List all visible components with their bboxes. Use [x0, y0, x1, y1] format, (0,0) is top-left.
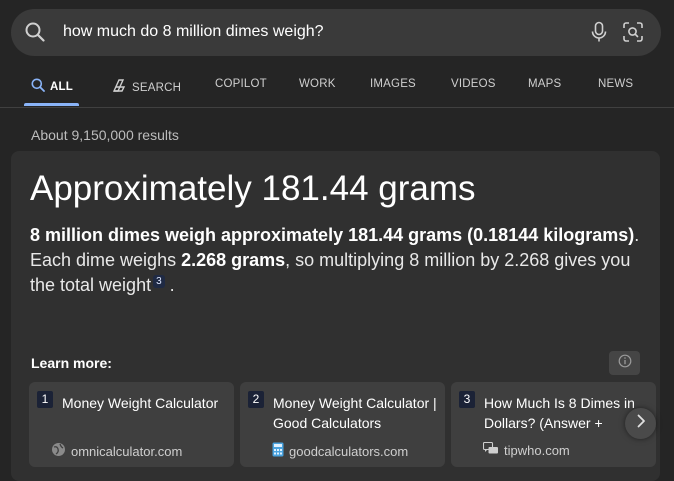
chat-icon	[482, 441, 499, 459]
search-bar[interactable]: how much do 8 million dimes weigh?	[11, 9, 661, 56]
source-title: How Much Is 8 Dimes in Dollars? (Answer …	[484, 395, 635, 431]
search-input[interactable]: how much do 8 million dimes weigh?	[63, 23, 324, 41]
tab-label: IMAGES	[370, 78, 416, 90]
info-button[interactable]	[609, 351, 640, 375]
source-site: goodcalculators.com	[272, 442, 408, 460]
chevron-right-icon	[635, 414, 647, 433]
learn-more-label: Learn more:	[31, 355, 112, 371]
tab-maps[interactable]: MAPS	[528, 78, 561, 90]
tab-videos[interactable]: VIDEOS	[451, 78, 496, 90]
info-icon	[618, 354, 632, 373]
tab-label: SEARCH	[132, 81, 182, 94]
search-icon	[31, 78, 45, 95]
source-number: 2	[248, 391, 264, 408]
source-title: Money Weight Calculator | Good Calculato…	[273, 395, 437, 431]
answer-bold-summary: 8 million dimes weigh approximately 181.…	[30, 225, 635, 245]
citation-badge[interactable]: 3	[153, 275, 165, 288]
tab-all[interactable]: ALL	[31, 78, 73, 95]
source-domain: omnicalculator.com	[71, 443, 183, 459]
tab-work[interactable]: WORK	[299, 78, 336, 90]
tab-copilot[interactable]: COPILOT	[215, 78, 267, 90]
tab-search[interactable]: SEARCH	[111, 78, 181, 97]
tab-label: MAPS	[528, 78, 562, 90]
answer-title: Approximately 181.44 grams	[30, 169, 476, 208]
visual-search-icon[interactable]	[622, 21, 644, 48]
tab-images[interactable]: IMAGES	[370, 78, 416, 90]
results-count: About 9,150,000 results	[31, 127, 179, 143]
globe-icon	[51, 442, 66, 460]
source-card-1[interactable]: 1 Money Weight Calculator omnicalculator…	[29, 382, 234, 467]
answer-card: Approximately 181.44 grams 8 million dim…	[11, 151, 660, 481]
carousel-next-button[interactable]	[625, 408, 656, 439]
source-site: omnicalculator.com	[51, 442, 182, 460]
tab-news[interactable]: NEWS	[598, 78, 633, 90]
tab-label: ALL	[50, 80, 73, 93]
microphone-icon[interactable]	[590, 21, 608, 48]
source-title: Money Weight Calculator	[62, 395, 219, 411]
tab-label: VIDEOS	[451, 78, 496, 90]
source-domain: goodcalculators.com	[289, 443, 409, 459]
active-tab-indicator	[24, 103, 79, 106]
calculator-icon	[272, 442, 284, 460]
answer-text: 8 million dimes weigh approximately 181.…	[30, 223, 642, 298]
tab-label: WORK	[299, 78, 336, 90]
source-card-2[interactable]: 2 Money Weight Calculator | Good Calcula…	[240, 382, 445, 467]
search-icon[interactable]	[25, 22, 45, 47]
tab-label: NEWS	[598, 78, 634, 90]
tab-label: COPILOT	[215, 78, 267, 90]
answer-text-segment: .	[164, 275, 175, 295]
source-site: tipwho.com	[482, 441, 570, 459]
source-number: 3	[459, 391, 475, 408]
answer-bold-dime-weight: 2.268 grams	[181, 250, 286, 270]
source-number: 1	[37, 391, 53, 408]
scope-tabs: ALL SEARCH COPILOT WORK IMAGES VIDEOS MA…	[0, 70, 674, 108]
source-domain: tipwho.com	[504, 443, 570, 458]
copilot-search-icon	[111, 78, 127, 97]
